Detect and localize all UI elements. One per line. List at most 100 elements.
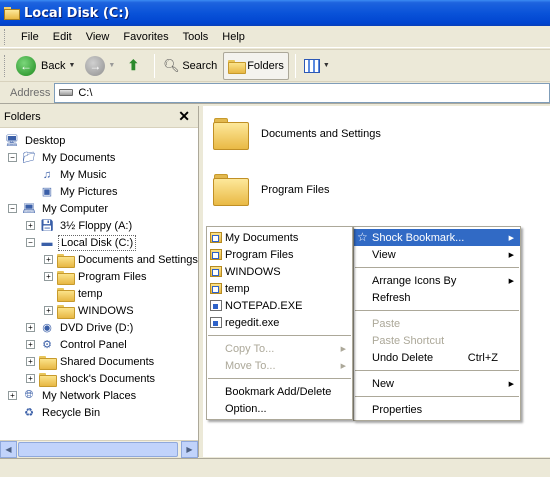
folders-icon bbox=[228, 59, 247, 74]
menu-item-copy-to[interactable]: Copy To... ▶ bbox=[207, 340, 352, 357]
scroll-right-icon[interactable]: ▶ bbox=[181, 440, 198, 458]
folder-item[interactable]: Documents and Settings bbox=[213, 118, 381, 150]
scrollbar-thumb[interactable] bbox=[18, 441, 178, 457]
close-icon[interactable]: ✕ bbox=[178, 108, 190, 125]
tree-node[interactable]: − ▬ Local Disk (C:) bbox=[26, 234, 137, 251]
menu-tools[interactable]: Tools bbox=[176, 29, 216, 45]
tree-node[interactable]: 🖥︎ Desktop bbox=[4, 132, 67, 149]
expand-icon[interactable]: + bbox=[44, 272, 53, 281]
recycle-bin-icon: ♻ bbox=[24, 407, 34, 419]
address-value: C:\ bbox=[78, 86, 93, 99]
bookmark-item[interactable]: regedit.exe bbox=[207, 314, 352, 331]
menu-item-bookmark-add-delete[interactable]: Bookmark Add/Delete bbox=[207, 383, 352, 400]
toolbar-grip[interactable] bbox=[4, 28, 8, 45]
tree-node[interactable]: ♫ My Music bbox=[26, 166, 108, 183]
tree-node[interactable]: temp bbox=[44, 285, 104, 302]
menu-item-paste-shortcut[interactable]: Paste Shortcut bbox=[354, 332, 520, 349]
bookmark-item[interactable]: My Documents bbox=[207, 229, 352, 246]
toolbar-grip[interactable] bbox=[4, 54, 8, 77]
tree-node-label: Documents and Settings bbox=[78, 253, 198, 266]
forward-button[interactable]: → ▼ bbox=[81, 52, 119, 80]
floppy-drive-icon: 💾︎ bbox=[40, 220, 54, 232]
back-arrow-icon: ← bbox=[16, 55, 36, 76]
views-dropdown-icon[interactable]: ▼ bbox=[323, 62, 330, 69]
tree-node[interactable]: + shock's Documents bbox=[26, 370, 157, 387]
folder-icon bbox=[4, 6, 20, 20]
tree-node[interactable]: ♻ Recycle Bin bbox=[8, 404, 102, 421]
network-places-icon: 🌐︎ bbox=[24, 389, 34, 401]
menu-item-shock-bookmark[interactable]: ☆ Shock Bookmark... ▶ bbox=[354, 229, 520, 246]
folders-label: Folders bbox=[247, 59, 284, 72]
file-shortcut-icon bbox=[210, 317, 222, 328]
tree-node[interactable]: + WINDOWS bbox=[44, 302, 136, 319]
expand-icon[interactable]: + bbox=[26, 374, 35, 383]
menu-view[interactable]: View bbox=[79, 29, 117, 45]
up-folder-button[interactable]: ⬆ bbox=[121, 52, 148, 80]
forward-dropdown-icon[interactable]: ▼ bbox=[108, 62, 115, 69]
back-dropdown-icon[interactable]: ▼ bbox=[68, 62, 75, 69]
tree-node-label: WINDOWS bbox=[78, 304, 134, 317]
collapse-icon[interactable]: − bbox=[26, 238, 35, 247]
tree-node[interactable]: + ⚙ Control Panel bbox=[26, 336, 129, 353]
folders-button[interactable]: Folders bbox=[223, 51, 289, 80]
title-bar[interactable]: Local Disk (C:) bbox=[0, 0, 550, 26]
views-button[interactable]: ▼ bbox=[300, 52, 334, 80]
menu-item-arrange-icons-by[interactable]: Arrange Icons By ▶ bbox=[354, 272, 520, 289]
menu-item-undo-delete[interactable]: Undo Delete Ctrl+Z bbox=[354, 349, 520, 366]
tree-node[interactable]: + 💾︎ 3½ Floppy (A:) bbox=[26, 217, 134, 234]
menu-item-option[interactable]: Option... bbox=[207, 400, 352, 417]
folder-item[interactable]: Program Files bbox=[213, 174, 329, 206]
menu-edit[interactable]: Edit bbox=[46, 29, 79, 45]
bookmark-item[interactable]: Program Files bbox=[207, 246, 352, 263]
bookmark-item[interactable]: temp bbox=[207, 280, 352, 297]
horizontal-scrollbar[interactable]: ◀ ▶ bbox=[0, 440, 198, 458]
back-button[interactable]: ← Back ▼ bbox=[12, 52, 79, 80]
folder-icon bbox=[39, 355, 57, 370]
menu-item-refresh[interactable]: Refresh bbox=[354, 289, 520, 306]
toolbar-separator bbox=[294, 53, 296, 78]
toolbar-separator bbox=[154, 53, 156, 78]
pictures-folder-icon: ▣ bbox=[41, 186, 53, 198]
scroll-left-icon[interactable]: ◀ bbox=[0, 440, 17, 458]
menu-item-paste[interactable]: Paste bbox=[354, 315, 520, 332]
search-button[interactable]: 🔍︎ Search bbox=[159, 52, 221, 80]
menu-item-move-to[interactable]: Move To... ▶ bbox=[207, 357, 352, 374]
collapse-icon[interactable]: − bbox=[8, 153, 17, 162]
dvd-drive-icon: ◉ bbox=[42, 322, 52, 334]
menu-bar: File Edit View Favorites Tools Help bbox=[0, 26, 550, 48]
tree-node-label: Recycle Bin bbox=[42, 406, 101, 419]
expand-icon[interactable]: + bbox=[8, 391, 17, 400]
expand-icon[interactable]: + bbox=[26, 357, 35, 366]
address-input[interactable]: C:\ bbox=[54, 82, 550, 103]
expand-icon[interactable]: + bbox=[44, 306, 53, 315]
tree-node[interactable]: + Documents and Settings bbox=[44, 251, 198, 268]
menu-help[interactable]: Help bbox=[215, 29, 252, 45]
bookmark-item[interactable]: NOTEPAD.EXE bbox=[207, 297, 352, 314]
tree-node[interactable]: + Shared Documents bbox=[26, 353, 156, 370]
menu-item-properties[interactable]: Properties bbox=[354, 401, 520, 418]
expand-icon[interactable]: + bbox=[26, 323, 35, 332]
expand-icon[interactable]: + bbox=[26, 221, 35, 230]
menu-item-new[interactable]: New ▶ bbox=[354, 375, 520, 392]
bookmark-item[interactable]: WINDOWS bbox=[207, 263, 352, 280]
expand-icon[interactable]: + bbox=[26, 340, 35, 349]
tree-node[interactable]: + Program Files bbox=[44, 268, 148, 285]
tree-node-label: My Network Places bbox=[42, 389, 137, 402]
menu-separator bbox=[208, 335, 351, 336]
tree-node[interactable]: − 📁︎ My Documents bbox=[8, 149, 117, 166]
desktop-icon: 🖥︎ bbox=[5, 135, 19, 147]
menu-file[interactable]: File bbox=[14, 29, 46, 45]
menu-favorites[interactable]: Favorites bbox=[116, 29, 175, 45]
tree-node[interactable]: + ◉ DVD Drive (D:) bbox=[26, 319, 135, 336]
menu-item-view[interactable]: View ▶ bbox=[354, 246, 520, 263]
tree-node[interactable]: − 💻︎ My Computer bbox=[8, 200, 110, 217]
collapse-icon[interactable]: − bbox=[8, 204, 17, 213]
tree-node[interactable]: ▣ My Pictures bbox=[26, 183, 119, 200]
hard-drive-icon: ▬ bbox=[41, 236, 53, 249]
up-folder-icon: ⬆ bbox=[127, 57, 140, 73]
expand-icon[interactable]: + bbox=[44, 255, 53, 264]
tree-node[interactable]: + 🌐︎ My Network Places bbox=[8, 387, 138, 404]
tree-node-label: Program Files bbox=[78, 270, 147, 283]
